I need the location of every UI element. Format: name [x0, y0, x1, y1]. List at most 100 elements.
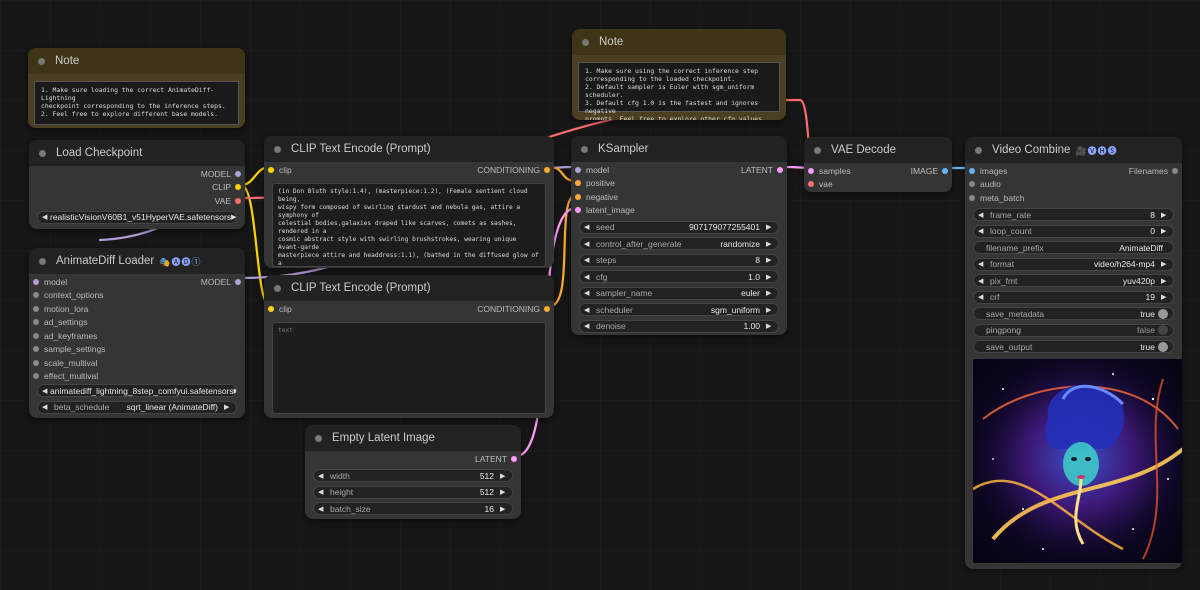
frame-rate-widget[interactable]: ◀ frame_rate 8 ▶: [973, 208, 1174, 221]
note-node-2[interactable]: Note 1. Make sure using the correct infe…: [572, 29, 786, 120]
crf-widget[interactable]: ◀ crf 19 ▶: [973, 290, 1174, 304]
batch-size-number-widget[interactable]: ◀ batch_size 16 ▶: [313, 502, 513, 515]
note-text[interactable]: 1. Make sure using the correct inference…: [578, 62, 780, 120]
arrow-left-icon[interactable]: ◀: [584, 322, 592, 330]
arrow-left-icon[interactable]: ◀: [978, 293, 986, 301]
input-positive[interactable]: positive: [571, 177, 787, 191]
input-latent-image[interactable]: latent_image: [571, 204, 787, 218]
collapse-dot-icon[interactable]: [582, 38, 589, 46]
input-model[interactable]: model: [571, 163, 680, 177]
arrow-left-icon[interactable]: ◀: [978, 260, 986, 268]
output-image[interactable]: IMAGE: [879, 164, 953, 178]
arrow-left-icon[interactable]: ◀: [318, 472, 326, 480]
output-vae[interactable]: VAE: [29, 194, 245, 208]
arrow-left-icon[interactable]: ◀: [318, 505, 326, 513]
input-effect-multival[interactable]: effect_multival: [29, 370, 245, 384]
arrow-left-icon[interactable]: ◀: [978, 277, 986, 285]
arrow-left-icon[interactable]: ◀: [978, 227, 986, 235]
arrow-right-icon[interactable]: ▶: [231, 213, 236, 221]
ksampler-node[interactable]: KSampler model LATENT positive negative …: [571, 136, 787, 335]
arrow-left-icon[interactable]: ◀: [318, 488, 326, 496]
loop-count-widget[interactable]: ◀ loop_count 0 ▶: [973, 224, 1174, 238]
input-sample-settings[interactable]: sample_settings: [29, 343, 245, 357]
input-vae[interactable]: vae: [804, 178, 952, 192]
empty-latent-image-node[interactable]: Empty Latent Image LATENT ◀ width 512 ▶ ◀ he…: [305, 425, 521, 519]
node-title[interactable]: Video Combine 🎥🅥🅗🅢: [965, 137, 1182, 163]
input-motion-lora[interactable]: motion_lora: [29, 302, 245, 316]
arrow-right-icon[interactable]: ▶: [766, 306, 774, 314]
output-conditioning[interactable]: CONDITIONING: [410, 163, 555, 177]
denoise-widget[interactable]: ◀ denoise 1.00 ▶: [579, 319, 779, 333]
output-model[interactable]: MODEL: [138, 275, 246, 289]
collapse-dot-icon[interactable]: [274, 145, 281, 153]
arrow-right-icon[interactable]: ▶: [500, 505, 508, 513]
pingpong-toggle[interactable]: pingpong false: [973, 323, 1174, 337]
input-clip[interactable]: clip: [264, 163, 410, 177]
output-filenames[interactable]: Filenames: [1074, 164, 1182, 178]
collapse-dot-icon[interactable]: [38, 57, 45, 65]
pix-fmt-widget[interactable]: ◀ pix_fmt yuv420p ▶: [973, 274, 1174, 287]
arrow-right-icon[interactable]: ▶: [1161, 277, 1169, 285]
seed-widget[interactable]: ◀ seed 907179077255401 ▶: [579, 220, 779, 234]
ckpt-name-combo[interactable]: ◀ realisticVisionV60B1_v51HyperVAE.safet…: [37, 210, 237, 224]
arrow-right-icon[interactable]: ▶: [766, 240, 774, 248]
arrow-left-icon[interactable]: ◀: [42, 387, 50, 395]
input-ad-keyframes[interactable]: ad_keyframes: [29, 329, 245, 343]
toggle-on-icon[interactable]: [1158, 341, 1168, 352]
load-checkpoint-node[interactable]: Load Checkpoint MODEL CLIP VAE ◀ realist…: [29, 140, 245, 229]
collapse-dot-icon[interactable]: [975, 146, 982, 154]
arrow-right-icon[interactable]: ▶: [1161, 260, 1169, 268]
arrow-right-icon[interactable]: ▶: [766, 223, 774, 231]
video-combine-node[interactable]: Video Combine 🎥🅥🅗🅢 images Filenames audio…: [965, 137, 1182, 569]
arrow-left-icon[interactable]: ◀: [584, 306, 592, 314]
filename-prefix-widget[interactable]: filename_prefix AnimateDiff: [973, 241, 1174, 254]
arrow-left-icon[interactable]: ◀: [584, 273, 592, 281]
node-title[interactable]: KSampler: [571, 136, 787, 162]
model-name-combo[interactable]: ◀ animatediff_lightning_8step_comfyui.sa…: [37, 384, 237, 397]
input-scale-multival[interactable]: scale_multival: [29, 356, 245, 370]
note-node-1[interactable]: Note 1. Make sure loading the correct An…: [28, 48, 245, 128]
arrow-right-icon[interactable]: ▶: [766, 256, 774, 264]
collapse-dot-icon[interactable]: [39, 257, 46, 265]
input-samples[interactable]: samples: [804, 164, 879, 178]
sampler-name-widget[interactable]: ◀ sampler_name euler ▶: [579, 286, 779, 300]
arrow-left-icon[interactable]: ◀: [584, 223, 592, 231]
collapse-dot-icon[interactable]: [581, 145, 588, 153]
output-conditioning[interactable]: CONDITIONING: [410, 302, 555, 316]
width-number-widget[interactable]: ◀ width 512 ▶: [313, 469, 513, 482]
output-clip[interactable]: CLIP: [29, 181, 245, 195]
save-output-toggle[interactable]: save_output true: [973, 340, 1174, 353]
collapse-dot-icon[interactable]: [814, 146, 821, 154]
arrow-right-icon[interactable]: ▶: [224, 403, 232, 411]
node-title[interactable]: CLIP Text Encode (Prompt): [264, 275, 554, 301]
clip-text-encode-negative-node[interactable]: CLIP Text Encode (Prompt) clip CONDITION…: [264, 275, 554, 418]
note-title[interactable]: Note: [28, 48, 245, 74]
height-number-widget[interactable]: ◀ height 512 ▶: [313, 485, 513, 499]
animatediff-loader-node[interactable]: AnimateDiff Loader 🎭🅐🅓① model MODEL conte…: [29, 248, 245, 418]
note-title[interactable]: Note: [572, 29, 786, 55]
arrow-right-icon[interactable]: ▶: [500, 488, 508, 496]
arrow-right-icon[interactable]: ▶: [234, 387, 236, 395]
arrow-right-icon[interactable]: ▶: [1161, 293, 1169, 301]
input-ad-settings[interactable]: ad_settings: [29, 316, 245, 330]
input-model[interactable]: model: [29, 275, 138, 289]
arrow-right-icon[interactable]: ▶: [766, 322, 774, 330]
arrow-right-icon[interactable]: ▶: [1161, 211, 1169, 219]
input-negative[interactable]: negative: [571, 190, 787, 204]
collapse-dot-icon[interactable]: [274, 284, 281, 292]
cfg-widget[interactable]: ◀ cfg 1.0 ▶: [579, 270, 779, 283]
arrow-right-icon[interactable]: ▶: [766, 273, 774, 281]
beta-schedule-combo[interactable]: ◀ beta_schedule sqrt_linear (AnimateDiff…: [37, 400, 237, 414]
output-latent[interactable]: LATENT: [680, 163, 788, 177]
arrow-left-icon[interactable]: ◀: [584, 289, 592, 297]
arrow-left-icon[interactable]: ◀: [584, 256, 592, 264]
input-audio[interactable]: audio: [965, 178, 1182, 192]
node-title[interactable]: AnimateDiff Loader 🎭🅐🅓①: [29, 248, 245, 274]
collapse-dot-icon[interactable]: [39, 149, 46, 157]
clip-text-encode-positive-node[interactable]: CLIP Text Encode (Prompt) clip CONDITION…: [264, 136, 554, 268]
input-meta-batch[interactable]: meta_batch: [965, 191, 1182, 205]
node-canvas[interactable]: Note 1. Make sure loading the correct An…: [0, 0, 1200, 590]
output-latent[interactable]: LATENT: [305, 452, 521, 466]
arrow-left-icon[interactable]: ◀: [42, 213, 50, 221]
input-images[interactable]: images: [965, 164, 1074, 178]
